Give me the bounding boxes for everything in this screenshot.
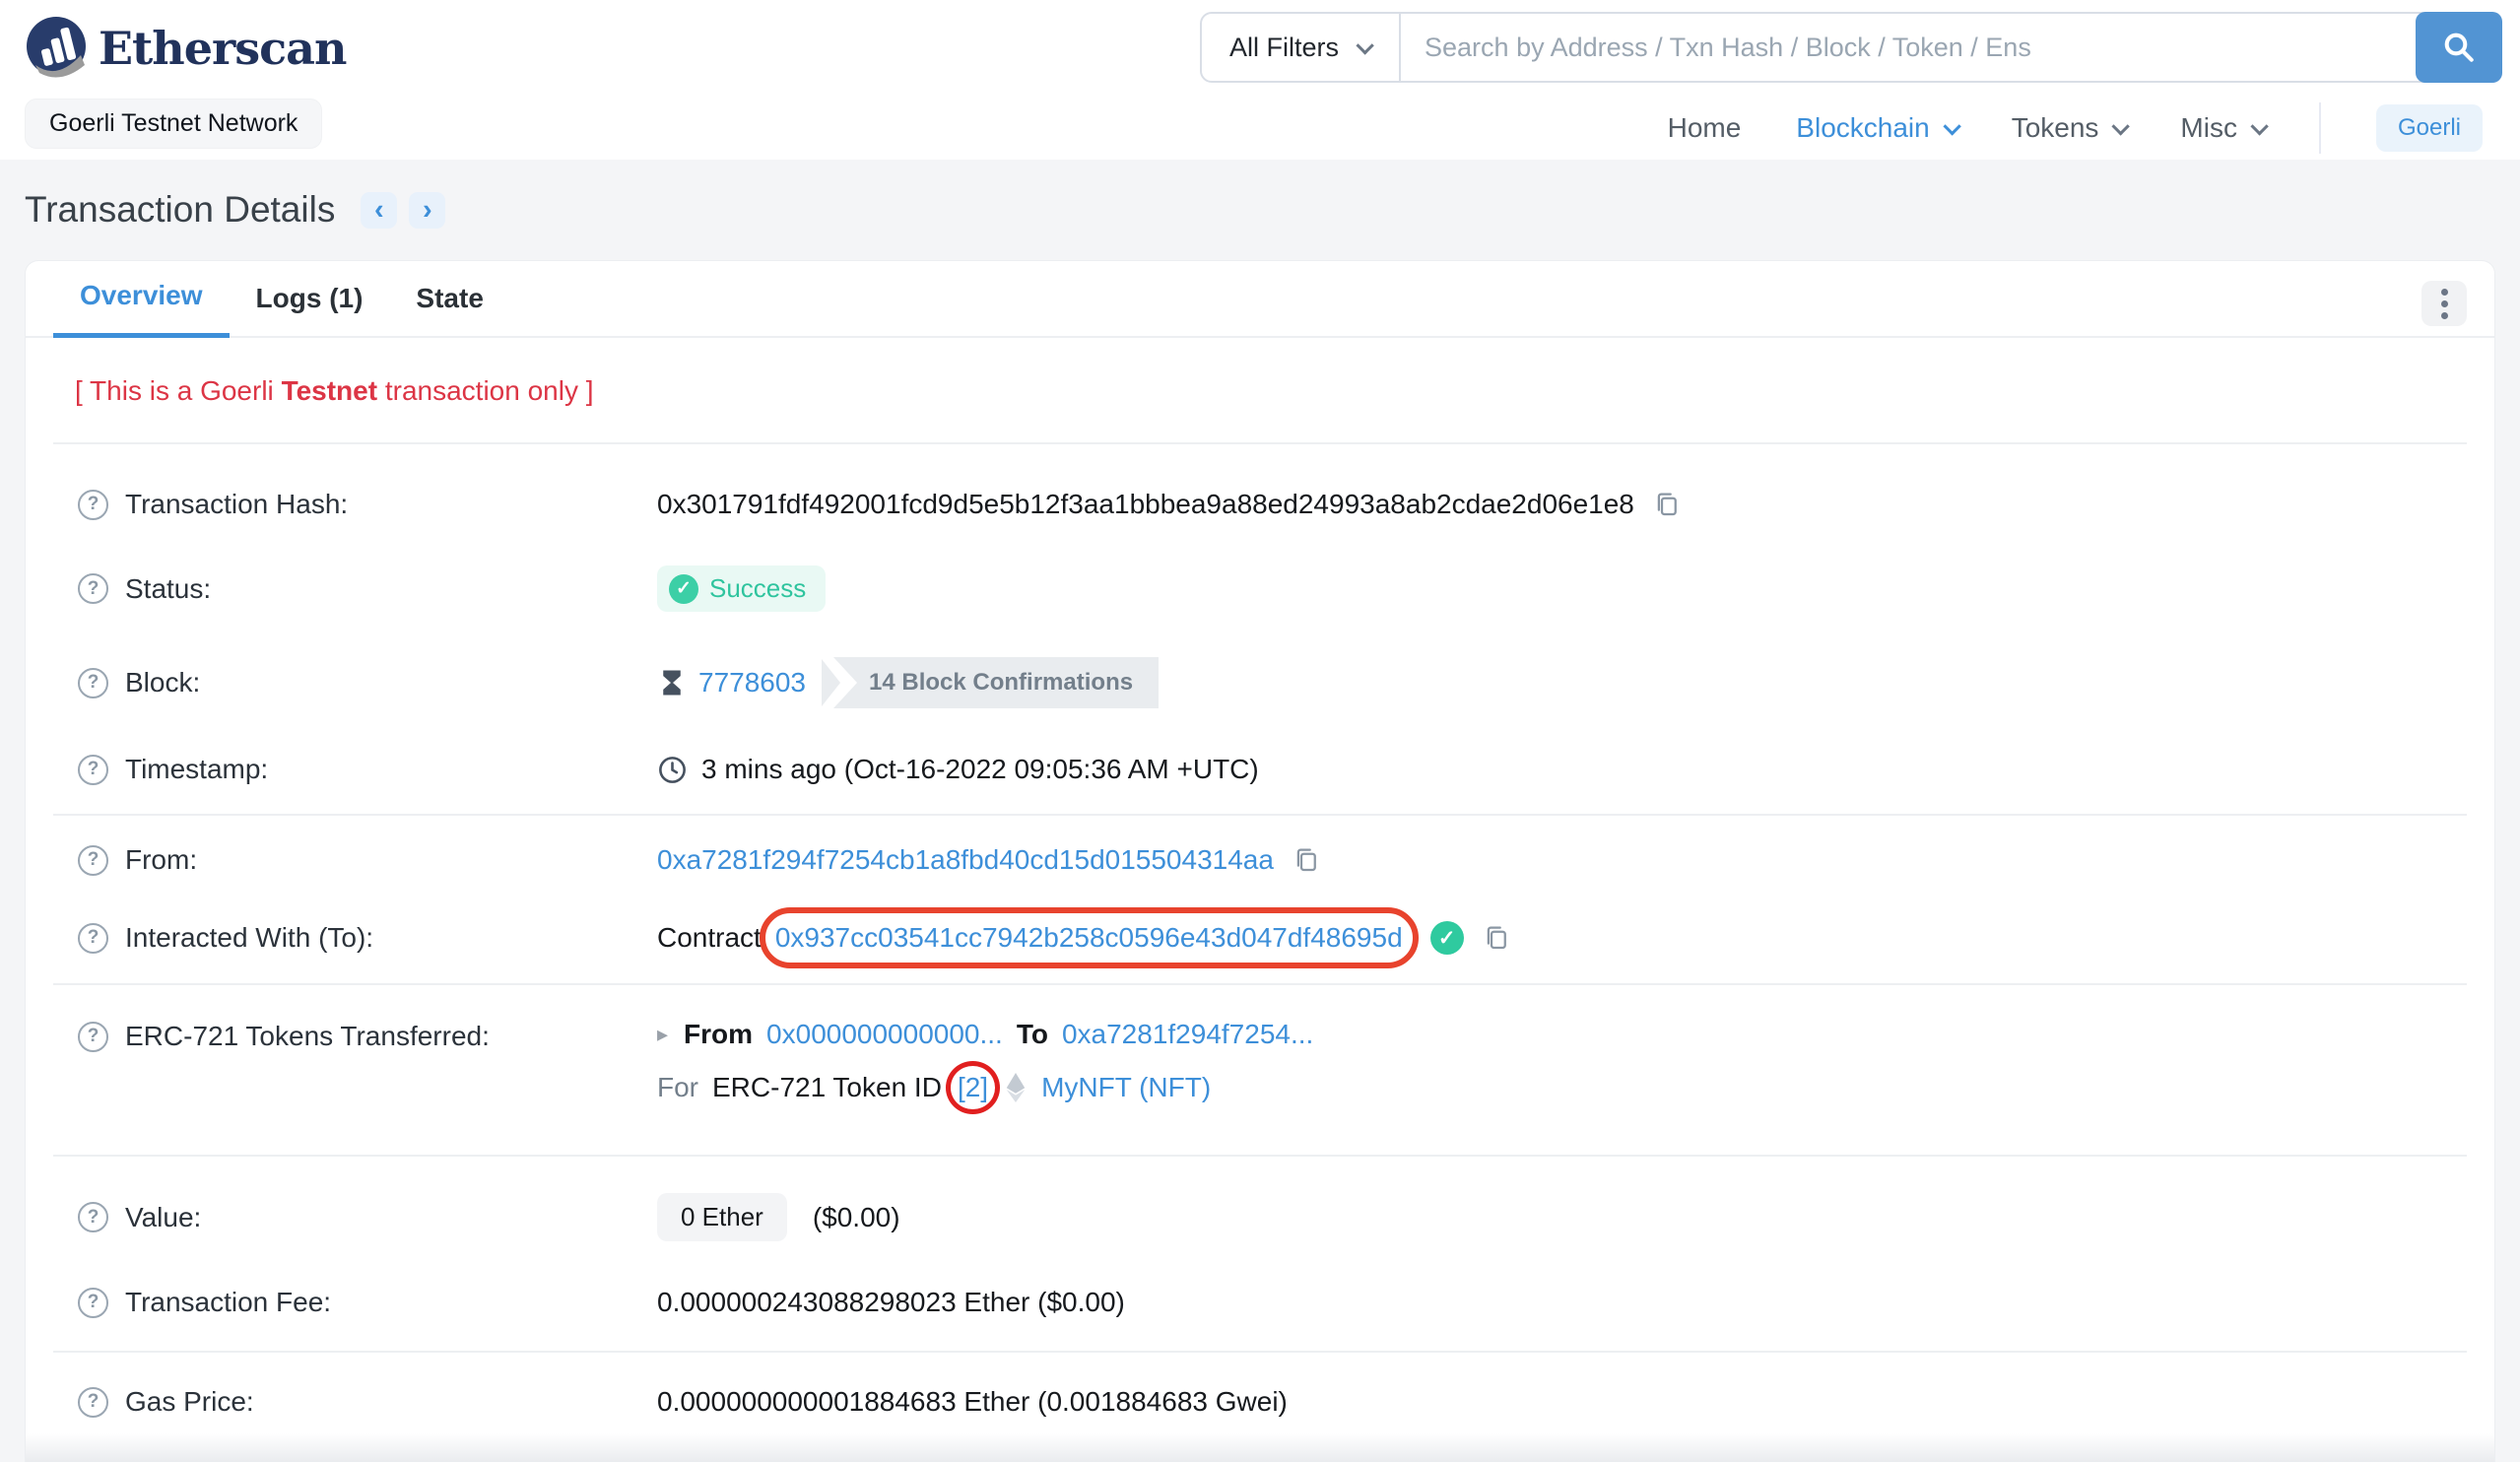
nav-misc[interactable]: Misc: [2180, 112, 2269, 144]
etherscan-transaction-page: Etherscan Goerli Testnet Network All Fil…: [0, 0, 2520, 1462]
etherscan-logo-icon: [27, 17, 86, 78]
tab-overview[interactable]: Overview: [53, 258, 230, 338]
viewport-fade: [26, 1433, 2494, 1462]
chevron-down-icon: [2111, 116, 2131, 136]
nav-tokens[interactable]: Tokens: [2012, 112, 2131, 144]
transaction-hash-value: 0x301791fdf492001fcd9d5e5b12f3aa1bbbea9a…: [657, 489, 1634, 519]
ethereum-icon: [1006, 1073, 1026, 1102]
search-bar: All Filters: [1200, 12, 2502, 83]
chevron-down-icon: [2250, 116, 2269, 136]
erc721-token-line: For ERC-721 Token ID [2] MyNFT (NFT): [657, 1061, 2467, 1114]
overview-panel: [ This is a Goerli Testnet transaction o…: [26, 338, 2494, 1462]
erc721-to-address-link[interactable]: 0xa7281f294f7254...: [1062, 1019, 1313, 1050]
erc721-transfer-line: ▸ From 0x000000000000... To 0xa7281f294f…: [657, 1019, 1314, 1050]
timestamp-value: 3 mins ago (Oct-16-2022 09:05:36 AM +UTC…: [701, 754, 1259, 784]
block-confirmations-badge: 14 Block Confirmations: [822, 657, 1160, 708]
search-input[interactable]: [1401, 14, 2418, 81]
contract-prefix: Contract: [657, 922, 762, 953]
chevron-down-icon: [1943, 116, 1961, 136]
etherscan-logo[interactable]: Etherscan: [26, 16, 347, 81]
row-gas-price: ? Gas Price: 0.000000000001884683 Ether …: [53, 1374, 2467, 1433]
help-icon[interactable]: ?: [78, 754, 108, 785]
row-group-value: ? Value: 0 Ether ($0.00) ? Transaction F…: [53, 1157, 2467, 1351]
from-address-link[interactable]: 0xa7281f294f7254cb1a8fbd40cd15d015504314…: [657, 844, 1274, 876]
help-icon[interactable]: ?: [78, 1386, 108, 1418]
site-header: Etherscan Goerli Testnet Network All Fil…: [0, 0, 2520, 160]
network-badge: Goerli Testnet Network: [25, 99, 323, 149]
row-transaction-fee: ? Transaction Fee: 0.000000243088298023 …: [53, 1264, 2467, 1341]
row-block: ? Block: 7778603 14 Block Confirmations: [53, 634, 2467, 731]
row-group-tokens: ? ERC-721 Tokens Transferred: ▸ From 0x0…: [53, 985, 2467, 1155]
help-icon[interactable]: ?: [78, 844, 108, 876]
tab-bar: Overview Logs (1) State: [26, 261, 2494, 338]
row-group-summary: ? Transaction Hash: 0x301791fdf492001fcd…: [53, 444, 2467, 814]
help-icon[interactable]: ?: [78, 489, 108, 520]
copy-icon[interactable]: [1292, 845, 1321, 875]
value-badge: 0 Ether: [657, 1193, 787, 1241]
row-status: ? Status: ✓ Success: [53, 543, 2467, 634]
value-usd: ($0.00): [812, 1201, 900, 1232]
search-icon: [2444, 33, 2474, 62]
more-options-button[interactable]: [2421, 281, 2467, 326]
row-erc721-transfers: ? ERC-721 Tokens Transferred: ▸ From 0x0…: [53, 1019, 2467, 1114]
status-badge: ✓ Success: [657, 565, 827, 612]
tab-state[interactable]: State: [389, 261, 509, 336]
main-nav: Home Blockchain Tokens Misc Goerli: [1668, 102, 2483, 154]
row-timestamp: ? Timestamp: 3 mins ago (Oct-16-2022 09:…: [53, 731, 2467, 808]
row-value: ? Value: 0 Ether ($0.00): [53, 1170, 2467, 1264]
help-icon[interactable]: ?: [78, 922, 108, 954]
search-button[interactable]: [2416, 12, 2502, 83]
token-id-link[interactable]: [2]: [958, 1072, 988, 1102]
clock-icon: [657, 755, 688, 785]
chevron-down-icon: [1356, 35, 1374, 55]
copy-icon[interactable]: [1482, 923, 1511, 953]
tab-logs[interactable]: Logs (1): [230, 261, 390, 336]
page-title-row: Transaction Details ‹ ›: [0, 160, 2520, 260]
verified-check-icon: ✓: [1429, 921, 1464, 955]
gas-price-value: 0.000000000001884683 Ether (0.001884683 …: [657, 1386, 1288, 1417]
logo-text: Etherscan: [99, 22, 347, 75]
badge-arrow-shape: [822, 659, 841, 706]
prev-transaction-button[interactable]: ‹: [361, 191, 398, 229]
transaction-card: Overview Logs (1) State [ This is a Goer…: [25, 260, 2495, 1462]
token-name-link[interactable]: MyNFT (NFT): [1041, 1072, 1211, 1103]
testnet-warning: [ This is a Goerli Testnet transaction o…: [75, 375, 594, 406]
next-transaction-button[interactable]: ›: [409, 191, 446, 229]
block-number-link[interactable]: 7778603: [698, 667, 806, 698]
copy-icon[interactable]: [1652, 490, 1682, 519]
check-circle-icon: ✓: [669, 573, 698, 604]
row-group-addresses: ? From: 0xa7281f294f7254cb1a8fbd40cd15d0…: [53, 816, 2467, 983]
network-switch-button[interactable]: Goerli: [2375, 104, 2483, 152]
help-icon[interactable]: ?: [78, 1287, 108, 1318]
row-group-gas: ? Gas Price: 0.000000000001884683 Ether …: [26, 1353, 2494, 1462]
nav-home[interactable]: Home: [1668, 112, 1742, 144]
contract-address-link[interactable]: 0x937cc03541cc7942b258c0596e43d047df4869…: [775, 922, 1403, 953]
row-transaction-hash: ? Transaction Hash: 0x301791fdf492001fcd…: [53, 466, 2467, 543]
transaction-fee-value: 0.000000243088298023 Ether ($0.00): [657, 1287, 1125, 1317]
search-filter-dropdown[interactable]: All Filters: [1202, 14, 1399, 81]
help-icon[interactable]: ?: [78, 573, 108, 604]
row-interacted-with: ? Interacted With (To): Contract 0x937cc…: [53, 898, 2467, 977]
page-title: Transaction Details: [25, 189, 336, 230]
help-icon[interactable]: ?: [78, 1202, 108, 1232]
nav-blockchain[interactable]: Blockchain: [1796, 112, 1961, 144]
row-from: ? From: 0xa7281f294f7254cb1a8fbd40cd15d0…: [53, 822, 2467, 898]
nav-divider: [2318, 102, 2321, 154]
help-icon[interactable]: ?: [78, 667, 108, 698]
collapse-arrow-icon[interactable]: ▸: [657, 1022, 668, 1047]
search-filter-label: All Filters: [1229, 32, 1340, 62]
help-icon[interactable]: ?: [78, 1021, 108, 1052]
hourglass-icon: [657, 668, 687, 698]
erc721-from-address-link[interactable]: 0x000000000000...: [766, 1019, 1003, 1050]
